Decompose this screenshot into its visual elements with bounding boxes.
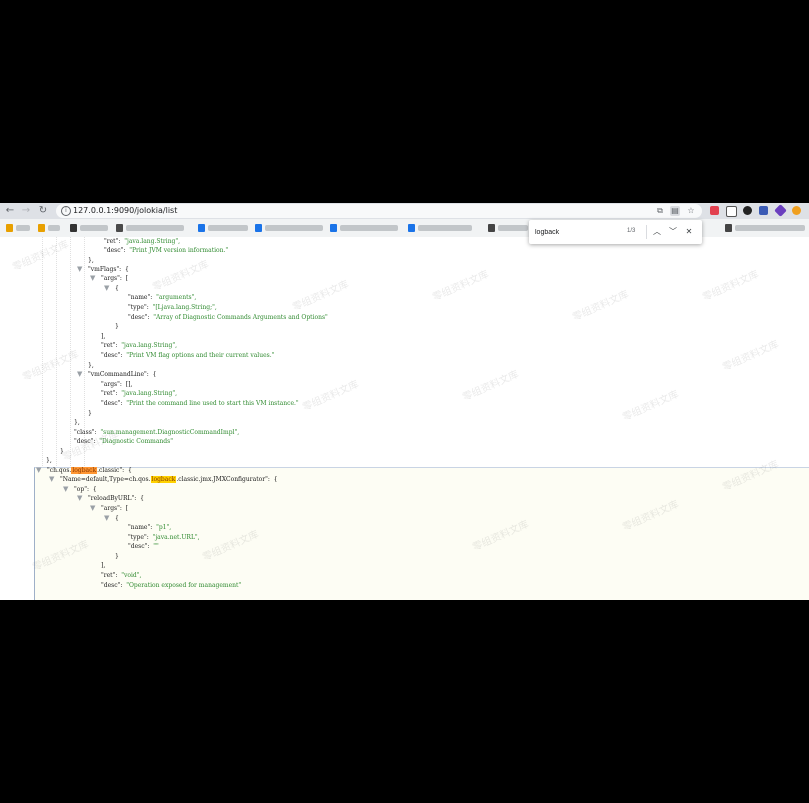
find-input[interactable] — [535, 226, 635, 238]
translate-icon[interactable]: ⧉ — [655, 206, 665, 216]
browser-toolbar: ← → ↻ i 127.0.0.1:9090/jolokia/list ⧉ ▤ … — [0, 203, 809, 219]
json-line: "desc": "Operation exposed for managemen… — [101, 582, 242, 589]
bookmark-item[interactable] — [725, 223, 805, 233]
search-match-highlight: logback — [71, 467, 98, 474]
watermark: 零组资料文库 — [301, 379, 361, 414]
json-line: { — [115, 515, 119, 522]
json-line: }, — [74, 419, 80, 426]
find-icon[interactable]: ▤ — [670, 206, 680, 216]
url-text[interactable]: 127.0.0.1:9090/jolokia/list — [73, 205, 177, 217]
bookmark-item[interactable] — [255, 223, 323, 233]
json-line: "args": [ — [101, 505, 129, 512]
collapse-toggle-icon[interactable]: ▼ — [36, 466, 41, 475]
json-line: "op": { — [74, 486, 97, 493]
json-line: "desc": "Print the command line used to … — [101, 400, 299, 407]
collapse-toggle-icon[interactable]: ▼ — [77, 265, 82, 274]
chevron-down-icon[interactable]: ﹀ — [667, 226, 679, 238]
bookmark-item[interactable] — [330, 223, 398, 233]
json-line: "desc": "Print JVM version information." — [104, 247, 229, 254]
close-icon[interactable]: ✕ — [683, 226, 695, 238]
extension-icon[interactable] — [710, 206, 719, 215]
bookmark-item[interactable] — [198, 223, 248, 233]
chevron-up-icon[interactable]: ︿ — [651, 226, 663, 238]
bookmark-item[interactable] — [488, 223, 528, 233]
json-line: "vmCommandLine": { — [88, 371, 157, 378]
find-bar: 1/3 ︿ ﹀ ✕ — [529, 220, 702, 244]
json-line: }, — [88, 362, 94, 369]
json-line: "desc": "" — [128, 543, 159, 550]
watermark: 零组资料文库 — [621, 389, 681, 424]
bookmark-star-icon[interactable]: ☆ — [686, 206, 696, 216]
bookmark-item[interactable] — [6, 223, 30, 233]
find-divider — [646, 225, 647, 239]
json-line: "name": "arguments", — [128, 294, 197, 301]
collapse-toggle-icon[interactable]: ▼ — [104, 514, 109, 523]
extension-icon[interactable] — [774, 204, 787, 217]
collapse-toggle-icon[interactable]: ▼ — [63, 485, 68, 494]
extension-icon[interactable] — [743, 206, 752, 215]
browser-window: ← → ↻ i 127.0.0.1:9090/jolokia/list ⧉ ▤ … — [0, 203, 809, 600]
collapse-toggle-icon[interactable]: ▼ — [49, 475, 54, 484]
json-line: }, — [88, 257, 94, 264]
json-line: ], — [101, 333, 106, 340]
address-bar[interactable]: i 127.0.0.1:9090/jolokia/list ⧉ ▤ ☆ — [56, 204, 702, 218]
json-line: } — [115, 323, 119, 330]
extension-icon[interactable] — [759, 206, 768, 215]
collapse-toggle-icon[interactable]: ▼ — [77, 494, 82, 503]
site-info-icon[interactable]: i — [61, 206, 71, 216]
watermark: 零组资料文库 — [721, 339, 781, 374]
json-line: } — [60, 448, 64, 455]
watermark: 零组资料文库 — [11, 239, 71, 274]
json-line: "Name=default,Type=ch.qos.logback.classi… — [60, 476, 278, 483]
json-line: "ret": "java.lang.String", — [104, 238, 181, 245]
watermark: 零组资料文库 — [571, 289, 631, 324]
json-line: "vmFlags": { — [88, 266, 129, 273]
collapse-toggle-icon[interactable]: ▼ — [104, 284, 109, 293]
json-line: "type": "[Ljava.lang.String;", — [128, 304, 217, 311]
find-match-count: 1/3 — [627, 228, 636, 234]
json-line: "name": "p1", — [128, 524, 172, 531]
json-line: "args": [ — [101, 275, 129, 282]
json-line: } — [115, 553, 119, 560]
json-line: "ret": "java.lang.String", — [101, 342, 178, 349]
json-line: }, — [46, 457, 52, 464]
json-viewer: "ret": "java.lang.String", "desc": "Prin… — [0, 237, 809, 600]
json-line: { — [115, 285, 119, 292]
search-match-highlight: logback — [150, 476, 177, 483]
json-line: "class": "sun.management.DiagnosticComma… — [74, 429, 240, 436]
json-line: "desc": "Array of Diagnostic Commands Ar… — [128, 314, 328, 321]
json-line: "ret": "java.lang.String", — [101, 390, 178, 397]
watermark: 零组资料文库 — [461, 369, 521, 404]
watermark: 零组资料文库 — [21, 349, 81, 384]
json-line: "desc": "Diagnostic Commands" — [74, 438, 173, 445]
watermark: 零组资料文库 — [151, 259, 211, 294]
forward-arrow-icon[interactable]: → — [20, 205, 32, 217]
extension-icon[interactable] — [792, 206, 801, 215]
json-line: } — [88, 410, 92, 417]
back-arrow-icon[interactable]: ← — [4, 205, 16, 217]
collapse-toggle-icon[interactable]: ▼ — [90, 504, 95, 513]
bookmark-item[interactable] — [116, 223, 184, 233]
bookmark-item[interactable] — [70, 223, 108, 233]
reload-icon[interactable]: ↻ — [37, 205, 49, 217]
json-line: "ret": "void", — [101, 572, 142, 579]
json-line: "reloadByURL": { — [88, 495, 144, 502]
collapse-toggle-icon[interactable]: ▼ — [77, 370, 82, 379]
watermark: 零组资料文库 — [291, 279, 351, 314]
bookmark-item[interactable] — [38, 223, 60, 233]
collapse-toggle-icon[interactable]: ▼ — [90, 274, 95, 283]
json-line: "ch.qos.logback.classic": { — [47, 467, 132, 474]
json-line: "desc": "Print VM flag options and their… — [101, 352, 275, 359]
json-line: "args": [], — [101, 381, 133, 388]
watermark: 零组资料文库 — [431, 269, 491, 304]
json-line: ], — [101, 562, 106, 569]
extension-icon[interactable] — [726, 206, 737, 217]
bookmark-item[interactable] — [408, 223, 472, 233]
watermark: 零组资料文库 — [701, 269, 761, 304]
json-line: "type": "java.net.URL", — [128, 534, 200, 541]
